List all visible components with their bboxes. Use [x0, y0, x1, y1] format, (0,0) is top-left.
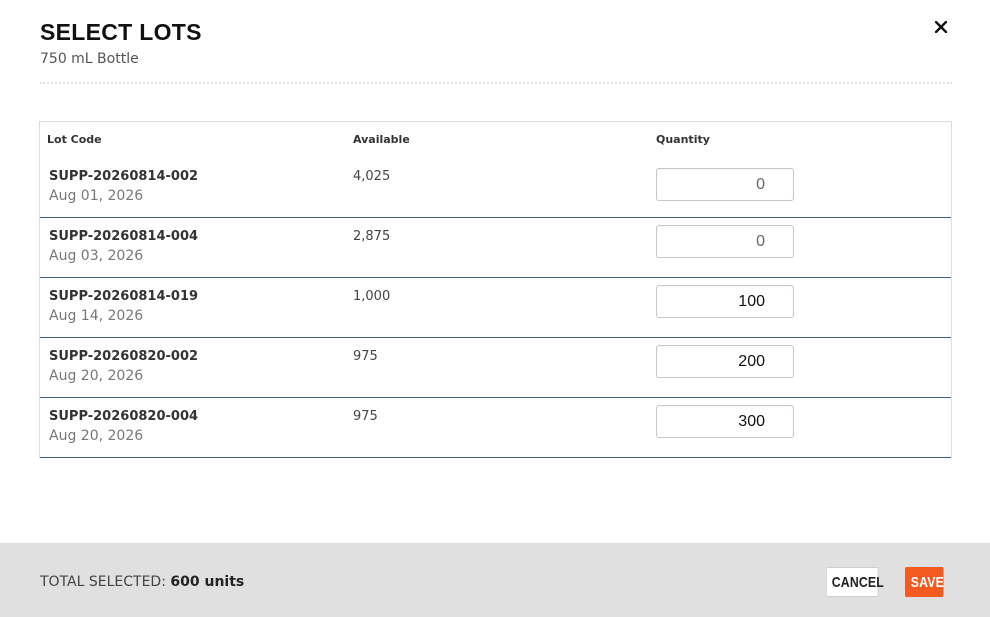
lot-code: SUPP-20260820-004: [49, 409, 199, 424]
total-selected: TOTAL SELECTED: 600 units: [40, 574, 244, 590]
lots-table: Lot Code Available Quantity SUPP-2026081…: [39, 121, 952, 458]
lot-date: Aug 01, 2026: [49, 188, 144, 204]
available-count: 975: [353, 409, 378, 424]
save-button[interactable]: Save: [905, 567, 944, 597]
close-icon: [935, 21, 947, 33]
modal-footer: TOTAL SELECTED: 600 units Cancel Save: [0, 543, 990, 617]
table-row: SUPP-20260820-002 Aug 20, 2026 975: [40, 338, 951, 398]
table-row: SUPP-20260814-019 Aug 14, 2026 1,000: [40, 278, 951, 338]
available-count: 1,000: [353, 289, 391, 304]
table-row: SUPP-20260814-004 Aug 03, 2026 2,875: [40, 218, 951, 278]
quantity-input[interactable]: [656, 345, 794, 378]
close-button[interactable]: [930, 16, 952, 38]
lot-code: SUPP-20260820-002: [49, 349, 199, 364]
table-row: SUPP-20260820-004 Aug 20, 2026 975: [40, 398, 951, 458]
lot-date: Aug 20, 2026: [49, 428, 144, 444]
quantity-input[interactable]: [656, 225, 794, 258]
total-value: 600 units: [170, 574, 245, 590]
cancel-button[interactable]: Cancel: [826, 567, 884, 597]
quantity-input[interactable]: [656, 285, 794, 318]
available-count: 4,025: [353, 169, 391, 184]
table-row: SUPP-20260814-002 Aug 01, 2026 4,025: [40, 159, 951, 218]
lot-date: Aug 03, 2026: [49, 248, 144, 264]
modal-subtitle: 750 mL Bottle: [40, 51, 139, 67]
available-count: 975: [353, 349, 378, 364]
modal-header: SELECT LOTS 750 mL Bottle: [40, 18, 952, 69]
lot-code: SUPP-20260814-019: [49, 289, 199, 304]
total-label: TOTAL SELECTED:: [40, 574, 171, 590]
available-count: 2,875: [353, 229, 391, 244]
table-header: Lot Code Available Quantity: [40, 122, 951, 159]
lot-date: Aug 14, 2026: [49, 308, 144, 324]
lot-code: SUPP-20260814-002: [49, 169, 199, 184]
header-quantity: Quantity: [656, 133, 710, 146]
header-lot-code: Lot Code: [47, 133, 102, 146]
quantity-input[interactable]: [656, 168, 794, 201]
lot-code: SUPP-20260814-004: [49, 229, 199, 244]
select-lots-modal: SELECT LOTS 750 mL Bottle Lot Code Avail…: [0, 0, 990, 617]
lot-date: Aug 20, 2026: [49, 368, 144, 384]
header-divider: [40, 82, 952, 84]
modal-title: SELECT LOTS: [40, 19, 202, 45]
quantity-input[interactable]: [656, 405, 794, 438]
header-available: Available: [353, 133, 410, 146]
